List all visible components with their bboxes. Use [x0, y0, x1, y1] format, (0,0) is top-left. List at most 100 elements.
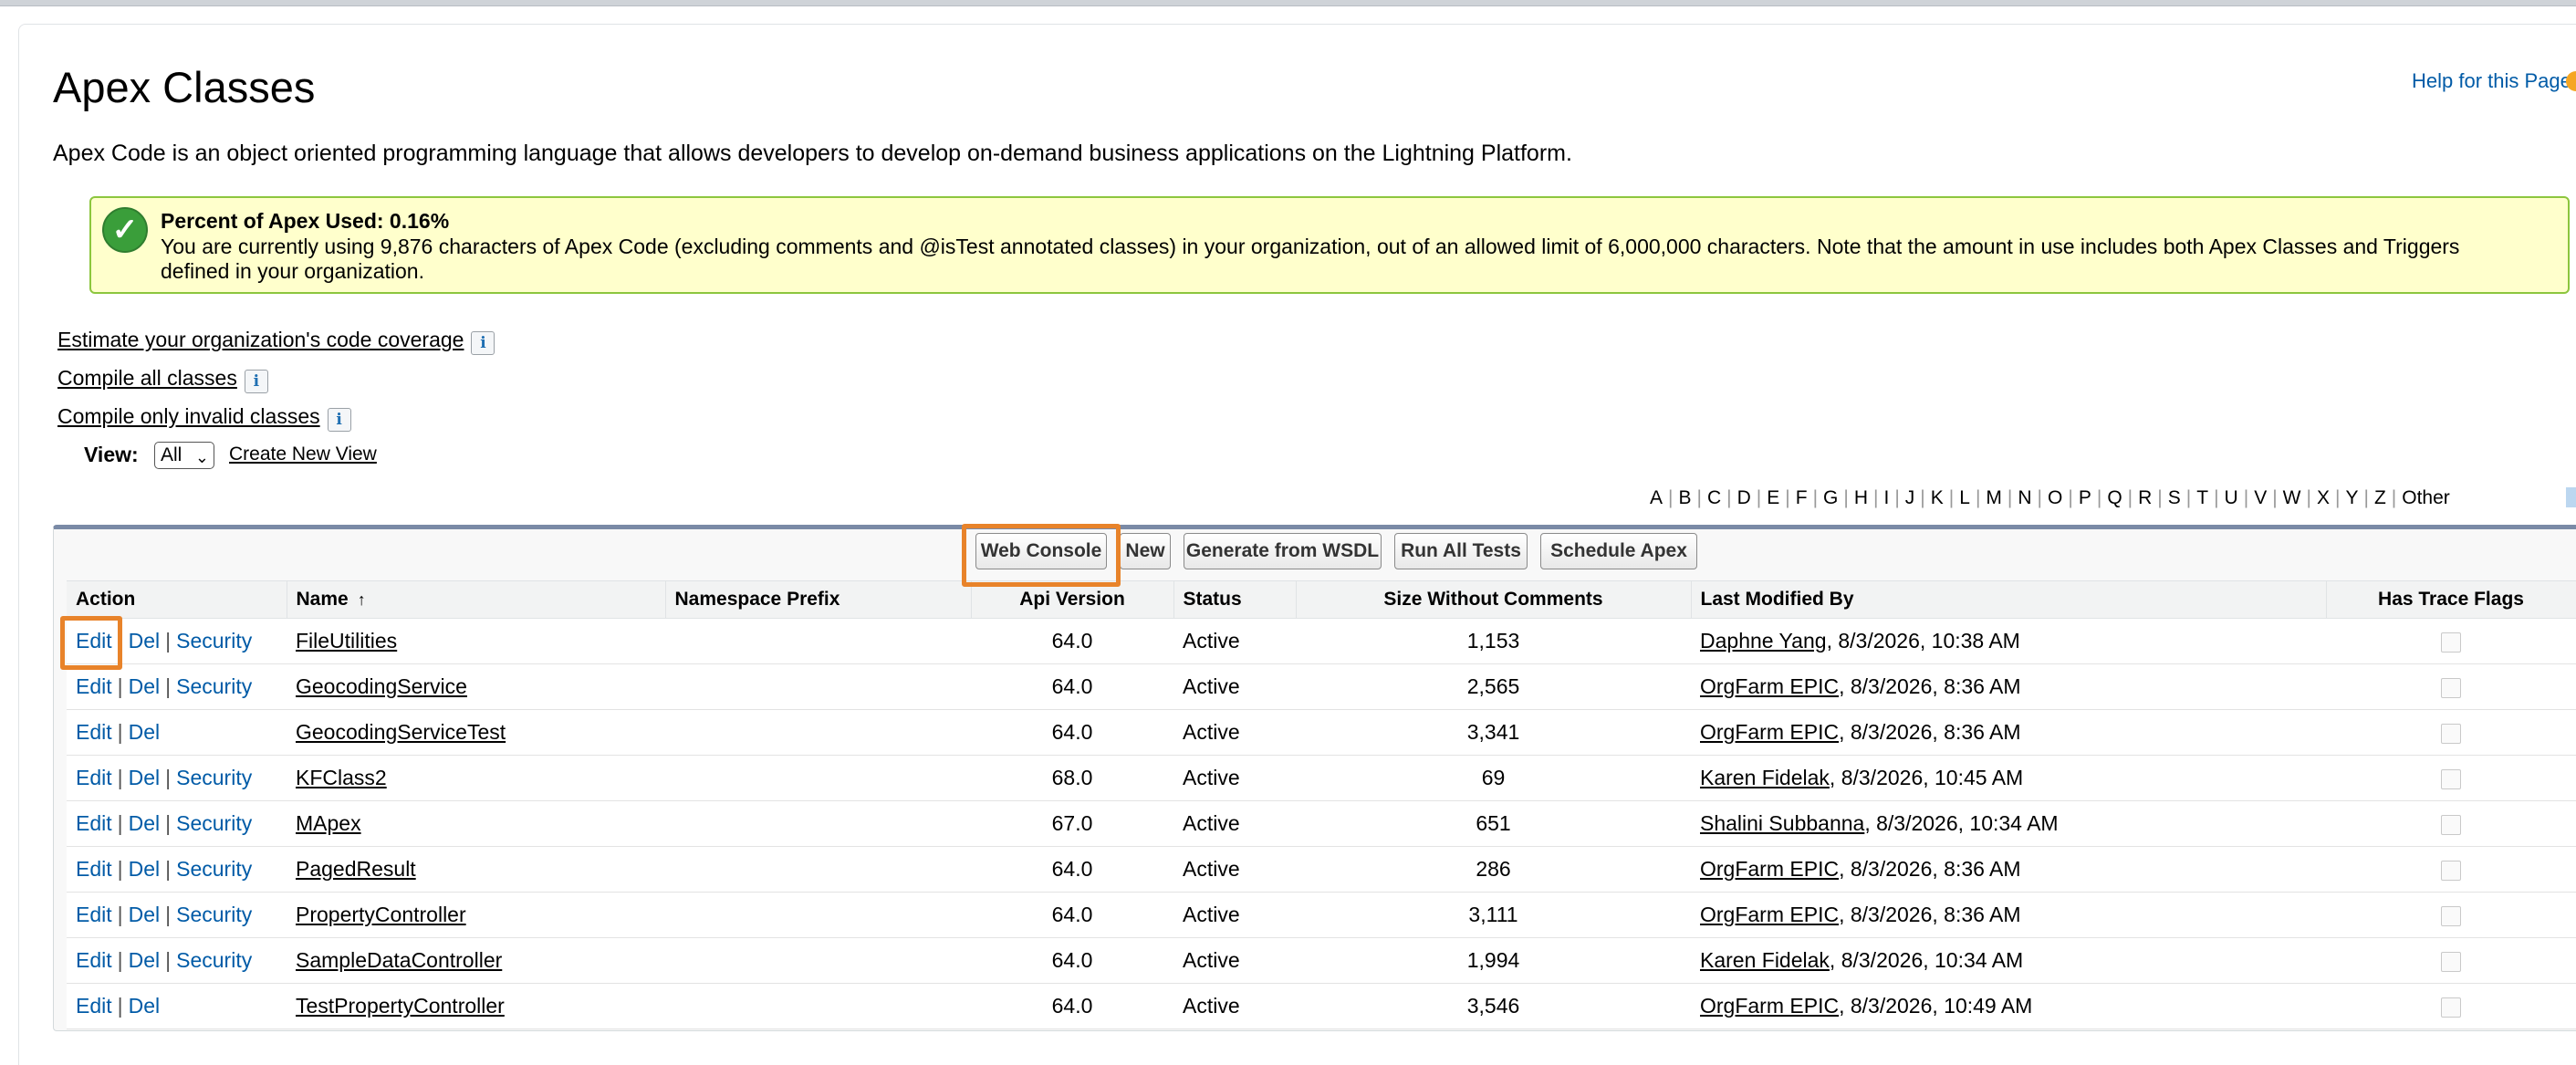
alphabet-letter-a[interactable]: A — [1650, 487, 1663, 509]
info-icon[interactable]: i — [471, 330, 495, 355]
security-link[interactable]: Security — [176, 674, 252, 698]
alphabet-letter-e[interactable]: E — [1767, 487, 1779, 509]
alphabet-letter-c[interactable]: C — [1707, 487, 1721, 509]
cell-action: Edit | Del | Security — [67, 846, 287, 893]
alphabet-letter-q[interactable]: Q — [2107, 487, 2122, 509]
alphabet-letter-n[interactable]: N — [2018, 487, 2031, 509]
table-row: Edit | Del TestPropertyController 64.0 Active… — [67, 983, 2576, 1029]
run-all-tests-button[interactable]: Run All Tests — [1394, 533, 1528, 569]
edit-link[interactable]: Edit — [76, 857, 112, 881]
edit-link[interactable]: Edit — [76, 994, 112, 1018]
class-name-link[interactable]: PagedResult — [296, 857, 416, 881]
class-name-link[interactable]: TestPropertyController — [296, 994, 505, 1018]
header-status[interactable]: Status — [1173, 580, 1297, 619]
cell-name: KFClass2 — [287, 755, 665, 801]
estimate-coverage-link[interactable]: Estimate your organization's code covera… — [57, 328, 464, 351]
del-link[interactable]: Del — [129, 629, 161, 653]
modified-by-user-link[interactable]: OrgFarm EPIC — [1700, 994, 1839, 1018]
modified-by-user-link[interactable]: OrgFarm EPIC — [1700, 720, 1839, 744]
edit-link[interactable]: Edit — [76, 948, 112, 972]
edit-link[interactable]: Edit — [76, 766, 112, 789]
edit-link[interactable]: Edit — [76, 811, 112, 835]
security-link[interactable]: Security — [176, 857, 252, 881]
alphabet-letter-d[interactable]: D — [1737, 487, 1751, 509]
alphabet-letter-y[interactable]: Y — [2345, 487, 2358, 509]
alphabet-letter-w[interactable]: W — [2283, 487, 2301, 509]
header-namespace[interactable]: Namespace Prefix — [665, 580, 972, 619]
header-name[interactable]: Name ↑ — [287, 580, 666, 619]
del-link[interactable]: Del — [129, 811, 161, 835]
class-name-link[interactable]: KFClass2 — [296, 766, 387, 789]
alphabet-letter-p[interactable]: P — [2079, 487, 2091, 509]
alphabet-letter-s[interactable]: S — [2168, 487, 2181, 509]
compile-invalid-link[interactable]: Compile only invalid classes — [57, 404, 320, 428]
del-link[interactable]: Del — [129, 903, 161, 926]
modified-by-user-link[interactable]: OrgFarm EPIC — [1700, 903, 1839, 926]
view-select[interactable]: All ⌄ — [154, 442, 214, 469]
security-link[interactable]: Security — [176, 766, 252, 789]
edit-link[interactable]: Edit — [76, 903, 112, 926]
class-name-link[interactable]: SampleDataController — [296, 948, 502, 972]
header-trace-flags[interactable]: Has Trace Flags — [2326, 580, 2576, 619]
alphabet-letter-j[interactable]: J — [1905, 487, 1915, 509]
modified-date: , 8/3/2026, 10:45 AM — [1829, 766, 2024, 789]
class-name-link[interactable]: GeocodingServiceTest — [296, 720, 506, 744]
alphabet-letter-f[interactable]: F — [1796, 487, 1808, 509]
alphabet-letter-other[interactable]: Other — [2402, 487, 2450, 509]
alphabet-letter-m[interactable]: M — [1986, 487, 2002, 509]
info-icon[interactable]: i — [327, 407, 351, 432]
header-size[interactable]: Size Without Comments — [1296, 580, 1692, 619]
modified-by-user-link[interactable]: Karen Fidelak — [1700, 948, 1830, 972]
security-link[interactable]: Security — [176, 948, 252, 972]
class-name-link[interactable]: MApex — [296, 811, 361, 835]
class-name-link[interactable]: GeocodingService — [296, 674, 467, 698]
modified-by-user-link[interactable]: Karen Fidelak — [1700, 766, 1830, 789]
page-description: Apex Code is an object oriented programm… — [53, 141, 1572, 166]
alphabet-letter-t[interactable]: T — [2196, 487, 2208, 509]
trace-flag-checkbox — [2441, 860, 2461, 881]
class-name-link[interactable]: PropertyController — [296, 903, 466, 926]
help-link[interactable]: Help for this Page — [2412, 69, 2571, 93]
alphabet-letter-r[interactable]: R — [2138, 487, 2152, 509]
del-link[interactable]: Del — [129, 857, 161, 881]
alphabet-letter-b[interactable]: B — [1678, 487, 1691, 509]
security-link[interactable]: Security — [176, 811, 252, 835]
alphabet-letter-i[interactable]: I — [1883, 487, 1889, 509]
schedule-apex-button[interactable]: Schedule Apex — [1540, 533, 1697, 569]
alphabet-letter-g[interactable]: G — [1823, 487, 1838, 509]
info-icon[interactable]: i — [244, 369, 268, 393]
edit-link[interactable]: Edit — [76, 720, 112, 744]
modified-by-user-link[interactable]: OrgFarm EPIC — [1700, 857, 1839, 881]
alphabet-letter-l[interactable]: L — [1959, 487, 1970, 509]
modified-by-user-link[interactable]: OrgFarm EPIC — [1700, 674, 1839, 698]
class-name-link[interactable]: FileUtilities — [296, 629, 397, 653]
generate-from-wsdl-button[interactable]: Generate from WSDL — [1184, 533, 1382, 569]
modified-by-user-link[interactable]: Daphne Yang — [1700, 629, 1827, 653]
alphabet-separator: | — [1812, 487, 1819, 508]
header-last-modified[interactable]: Last Modified By — [1691, 580, 2327, 619]
alphabet-letter-v[interactable]: V — [2254, 487, 2267, 509]
new-button[interactable]: New — [1120, 533, 1171, 569]
security-link[interactable]: Security — [176, 629, 252, 653]
edit-link[interactable]: Edit — [76, 674, 112, 698]
cell-name: GeocodingService — [287, 663, 665, 710]
alphabet-letter-z[interactable]: Z — [2374, 487, 2386, 509]
del-link[interactable]: Del — [129, 994, 161, 1018]
del-link[interactable]: Del — [129, 766, 161, 789]
security-link[interactable]: Security — [176, 903, 252, 926]
cell-action: Edit | Del | Security — [67, 937, 287, 984]
del-link[interactable]: Del — [129, 720, 161, 744]
alphabet-letter-k[interactable]: K — [1931, 487, 1944, 509]
alphabet-separator: | — [2334, 487, 2341, 508]
alphabet-letter-o[interactable]: O — [2048, 487, 2062, 509]
alphabet-letter-h[interactable]: H — [1854, 487, 1868, 509]
modified-by-user-link[interactable]: Shalini Subbanna — [1700, 811, 1864, 835]
del-link[interactable]: Del — [129, 674, 161, 698]
cell-api-version: 64.0 — [971, 709, 1173, 756]
compile-all-link[interactable]: Compile all classes — [57, 366, 237, 390]
view-label: View: — [84, 443, 139, 466]
alphabet-letter-x[interactable]: X — [2317, 487, 2330, 509]
create-new-view-link[interactable]: Create New View — [229, 444, 377, 465]
del-link[interactable]: Del — [129, 948, 161, 972]
alphabet-letter-u[interactable]: U — [2225, 487, 2238, 509]
